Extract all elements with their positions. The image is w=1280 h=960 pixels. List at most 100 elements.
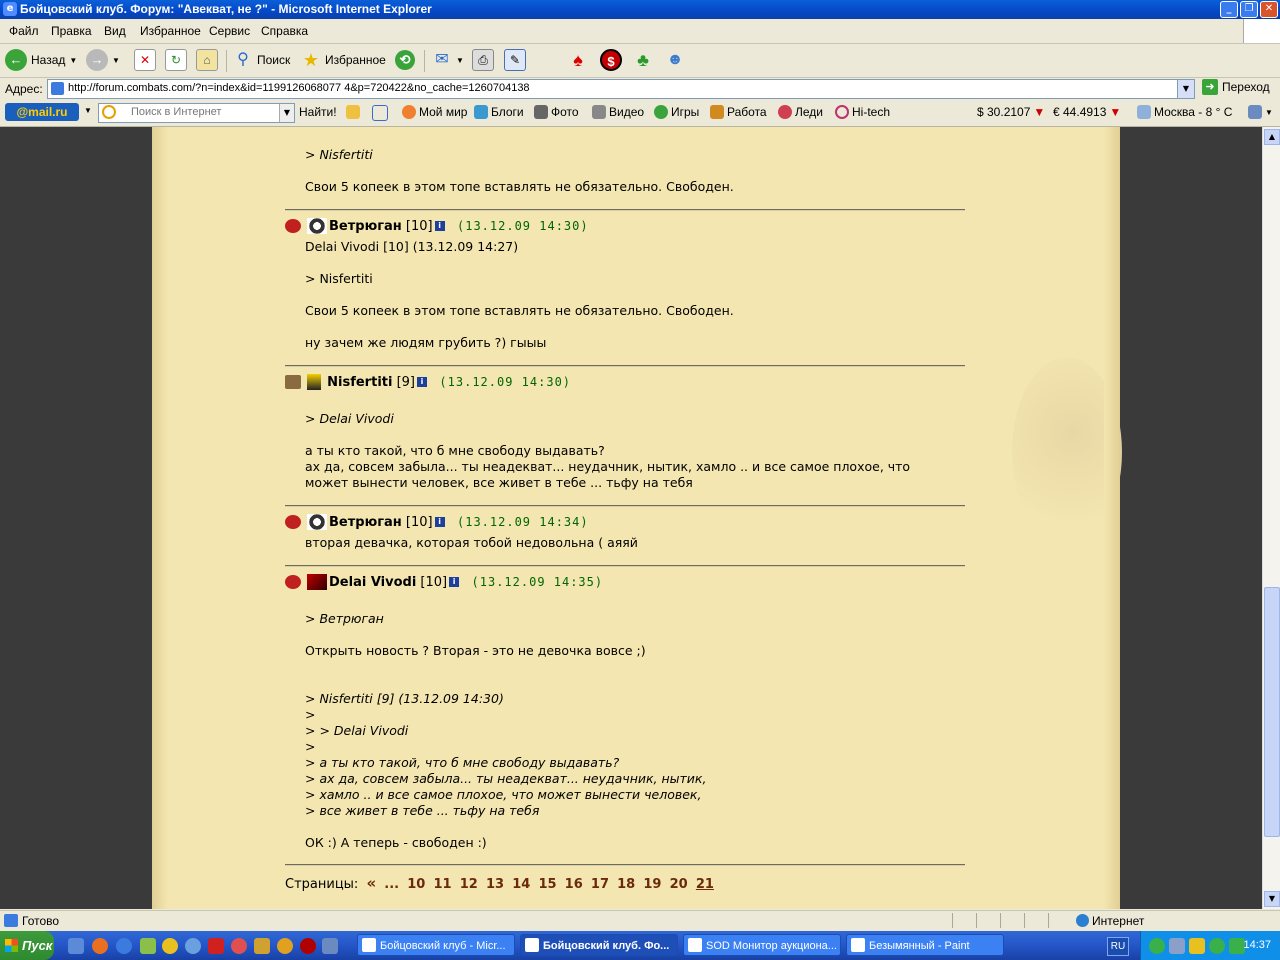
go-button[interactable]: ➜ Переход — [1202, 79, 1270, 95]
quicklaunch-icon[interactable] — [185, 938, 201, 954]
media-player-icon[interactable] — [162, 938, 178, 954]
back-button[interactable]: ← Назад ▼ — [5, 48, 77, 72]
page-current[interactable]: 21 — [696, 877, 714, 892]
task-button[interactable]: Безымянный - Paint — [846, 934, 1004, 956]
address-url[interactable]: http://forum.combats.com/?n=index&id=119… — [68, 82, 530, 94]
page-link[interactable]: 17 — [591, 877, 609, 892]
mail-icon[interactable]: ✉ — [432, 50, 452, 70]
eur-rate[interactable]: € 44.4913 ▼ — [1053, 105, 1121, 119]
post-author[interactable]: Nisfertiti — [327, 375, 392, 390]
menu-tools[interactable]: Сервис — [209, 24, 250, 38]
screen-icon[interactable] — [372, 105, 388, 121]
spade-icon[interactable]: ♠ — [568, 50, 588, 70]
task-button-active[interactable]: Бойцовский клуб. Фо... — [520, 934, 678, 956]
refresh-icon[interactable]: ↻ — [165, 49, 187, 71]
page-link[interactable]: 20 — [670, 877, 688, 892]
print-icon[interactable]: ⎙ — [472, 49, 494, 71]
language-indicator[interactable]: RU — [1107, 937, 1129, 956]
address-dropdown[interactable]: ▼ — [1177, 80, 1194, 98]
pencil-icon[interactable] — [346, 105, 360, 119]
toolbar-options[interactable]: ▼ — [1248, 105, 1273, 119]
page-link[interactable]: 18 — [617, 877, 635, 892]
favorites-button[interactable]: ★ Избранное — [301, 48, 386, 72]
post-author[interactable]: Delai Vivodi — [329, 575, 416, 590]
internet-search-input[interactable]: Поиск в Интернет ▼ — [98, 103, 295, 123]
contacts-icon[interactable]: ☻ — [665, 50, 685, 70]
quicklaunch-icon[interactable] — [68, 938, 84, 954]
link-photo[interactable]: Фото — [534, 105, 579, 119]
link-my-world[interactable]: Мой мир — [402, 105, 467, 119]
link-ladies[interactable]: Леди — [778, 105, 823, 119]
post-author[interactable]: Ветрюган — [329, 219, 402, 234]
menu-help[interactable]: Справка — [261, 24, 308, 38]
forward-button[interactable]: → ▼ — [86, 48, 120, 72]
poker-chip-icon[interactable] — [300, 938, 316, 954]
info-icon[interactable]: i — [434, 517, 445, 527]
popup-blocker-icon[interactable] — [1024, 913, 1047, 928]
stop-icon[interactable]: ✕ — [134, 49, 156, 71]
divider — [285, 505, 965, 507]
page-link[interactable]: 14 — [512, 877, 530, 892]
task-button[interactable]: Бойцовский клуб - Micr... — [357, 934, 515, 956]
quicklaunch-icon[interactable] — [231, 938, 247, 954]
maximize-button[interactable]: ❐ — [1240, 1, 1258, 18]
quicklaunch-icon[interactable] — [140, 938, 156, 954]
search-dropdown[interactable]: ▼ — [279, 104, 294, 122]
close-button[interactable]: ✕ — [1260, 1, 1278, 18]
shield-icon[interactable] — [1189, 938, 1205, 954]
page-prev[interactable]: « — [366, 874, 376, 892]
globe-decoration — [1012, 357, 1122, 547]
home-icon[interactable]: ⌂ — [196, 49, 218, 71]
usd-rate[interactable]: $ 30.2107 ▼ — [977, 105, 1045, 119]
menu-favorites[interactable]: Избранное — [140, 24, 201, 38]
quicklaunch-icon[interactable] — [254, 938, 270, 954]
mailru-menu-dropdown[interactable]: ▼ — [84, 106, 92, 115]
firefox-icon[interactable] — [92, 938, 108, 954]
address-input[interactable]: http://forum.combats.com/?n=index&id=119… — [47, 79, 1195, 99]
scroll-up-button[interactable]: ▲ — [1264, 129, 1280, 145]
page-link[interactable]: 19 — [643, 877, 661, 892]
link-hitech[interactable]: Hi-tech — [835, 105, 890, 119]
post-author[interactable]: Ветрюган — [329, 515, 402, 530]
info-icon[interactable]: i — [417, 377, 428, 387]
menu-file[interactable]: Файл — [9, 24, 39, 38]
link-work[interactable]: Работа — [710, 105, 767, 119]
find-button[interactable]: Найти! — [299, 105, 337, 119]
link-video[interactable]: Видео — [592, 105, 644, 119]
page-link[interactable]: 10 — [407, 877, 425, 892]
page-link[interactable]: 12 — [460, 877, 478, 892]
tray-icon[interactable] — [1209, 938, 1225, 954]
scroll-thumb[interactable] — [1264, 587, 1280, 837]
page-link[interactable]: 13 — [486, 877, 504, 892]
info-icon[interactable]: i — [434, 221, 445, 231]
vertical-scrollbar[interactable]: ▲ ▼ — [1262, 127, 1280, 909]
page-link[interactable]: 11 — [434, 877, 452, 892]
minimize-button[interactable]: _ — [1220, 1, 1238, 18]
link-games[interactable]: Игры — [654, 105, 699, 119]
edit-icon[interactable]: ✎ — [504, 49, 526, 71]
weather[interactable]: Москва - 8 ° C — [1137, 105, 1232, 119]
chrome-icon[interactable] — [277, 938, 293, 954]
spade-icon[interactable] — [208, 938, 224, 954]
link-blogs[interactable]: Блоги — [474, 105, 524, 119]
info-icon[interactable]: i — [449, 577, 460, 587]
page-link[interactable]: 15 — [538, 877, 556, 892]
poker-chip-icon[interactable]: $ — [600, 49, 622, 71]
quicklaunch-icon[interactable] — [322, 938, 338, 954]
search-button[interactable]: ⚲ Поиск — [233, 48, 290, 72]
ie-icon[interactable] — [116, 938, 132, 954]
history-icon[interactable]: ⟲ — [395, 50, 415, 70]
menu-edit[interactable]: Правка — [51, 24, 92, 38]
network-icon[interactable] — [1169, 938, 1185, 954]
clover-icon[interactable]: ♣ — [633, 50, 653, 70]
down-arrow-icon: ▼ — [1109, 105, 1122, 119]
task-button[interactable]: SOD Монитор аукциона... — [683, 934, 841, 956]
post-line: ах да, совсем забыла... ты неадекват... … — [305, 459, 911, 474]
menu-view[interactable]: Вид — [104, 24, 126, 38]
mailru-logo[interactable]: @mail.ru — [5, 103, 79, 121]
tray-icon[interactable] — [1149, 938, 1165, 954]
page-link[interactable]: 16 — [565, 877, 583, 892]
clock: 14:37 — [1243, 939, 1271, 951]
scroll-down-button[interactable]: ▼ — [1264, 891, 1280, 907]
start-button[interactable]: Пуск — [0, 931, 54, 960]
